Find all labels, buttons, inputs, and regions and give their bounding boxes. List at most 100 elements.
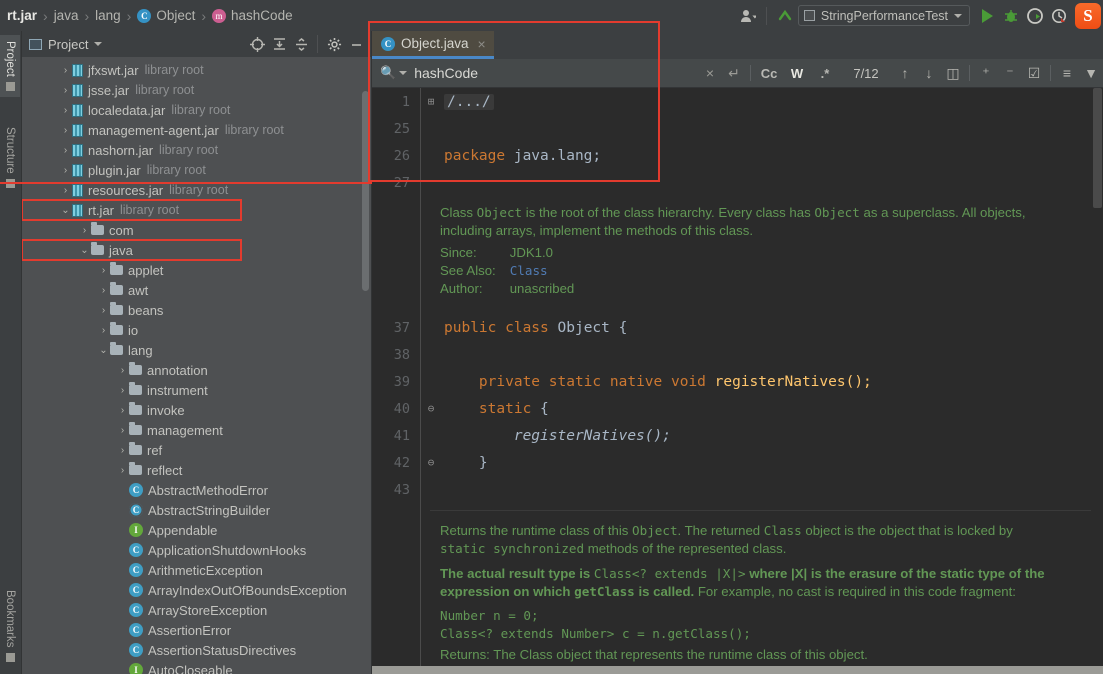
tree-row-ref[interactable]: › ref (22, 440, 371, 460)
javadoc-link-class[interactable]: Class (510, 263, 548, 278)
project-tree[interactable]: › jfxswt.jar library root › jsse.jar library … (22, 57, 371, 674)
tree-row-invoke[interactable]: › invoke (22, 400, 371, 420)
tree-expand-arrow-icon[interactable]: › (59, 105, 72, 116)
tree-row-assertionerror[interactable]: C AssertionError (22, 620, 371, 640)
regex-toggle[interactable]: .* (811, 66, 839, 81)
tree-expand-arrow-icon[interactable]: › (116, 405, 129, 416)
tree-row-lang[interactable]: ⌄ lang (22, 340, 371, 360)
tree-expand-arrow-icon[interactable]: ⌄ (59, 205, 72, 216)
code-line[interactable]: 39 private static native void registerNa… (372, 368, 872, 395)
tree-row-awt[interactable]: › awt (22, 280, 371, 300)
match-case-toggle[interactable]: Cc (755, 66, 783, 81)
tree-expand-arrow-icon[interactable]: › (59, 145, 72, 156)
code-line[interactable]: 26 package java.lang; (372, 142, 601, 169)
tree-expand-arrow-icon[interactable]: › (59, 165, 72, 176)
chevron-down-icon[interactable] (399, 71, 408, 75)
tree-row-io[interactable]: › io (22, 320, 371, 340)
tree-row-java[interactable]: ⌄ java (22, 239, 242, 261)
tree-expand-arrow-icon[interactable]: › (97, 265, 110, 276)
code-line[interactable]: 40 ⊖ static { (372, 395, 549, 422)
editor-scrollbar-thumb[interactable] (1093, 88, 1102, 208)
find-next-icon[interactable]: ↓ (917, 65, 941, 81)
collapse-all-icon[interactable] (290, 33, 312, 55)
tree-expand-arrow-icon[interactable]: › (59, 65, 72, 76)
tree-row-abstractmethoderror[interactable]: C AbstractMethodError (22, 480, 371, 500)
tree-row-appendable[interactable]: I Appendable (22, 520, 371, 540)
tree-row-management-agent-jar[interactable]: › management-agent.jar library root (22, 120, 371, 140)
update-arrow-icon[interactable] (774, 4, 796, 28)
fold-collapse-icon[interactable]: ⊖ (420, 402, 442, 415)
tree-expand-arrow-icon[interactable]: › (97, 285, 110, 296)
close-icon[interactable]: × (478, 36, 486, 52)
remove-line-icon[interactable]: ⁻ (998, 65, 1022, 82)
tree-expand-arrow-icon[interactable]: › (116, 425, 129, 436)
run-configuration-selector[interactable]: StringPerformanceTest (797, 5, 970, 26)
tree-row-applicationshutdownhooks[interactable]: C ApplicationShutdownHooks (22, 540, 371, 560)
breadcrumb-item-hashcode[interactable]: m hashCode (211, 8, 294, 23)
tree-expand-arrow-icon[interactable]: › (59, 85, 72, 96)
code-line[interactable]: 38 (372, 341, 420, 368)
code-line[interactable]: 42 ⊖ } (372, 449, 488, 476)
tree-row-instrument[interactable]: › instrument (22, 380, 371, 400)
code-line[interactable]: 25 (372, 115, 442, 142)
code-line[interactable]: 1 ⊞ /.../ (372, 88, 494, 115)
minimize-icon[interactable] (345, 33, 367, 55)
indent-icon[interactable]: ≡ (1055, 65, 1079, 81)
tree-row-autocloseable[interactable]: I AutoCloseable (22, 660, 371, 674)
find-previous-icon[interactable]: ↑ (893, 65, 917, 81)
search-icon[interactable]: 🔍 (380, 65, 396, 81)
breadcrumb-item-rt-jar[interactable]: rt.jar (6, 8, 38, 23)
tree-row-jfxswt-jar[interactable]: › jfxswt.jar library root (22, 60, 371, 80)
tree-expand-arrow-icon[interactable]: › (116, 465, 129, 476)
expand-all-icon[interactable] (268, 33, 290, 55)
tree-row-plugin-jar[interactable]: › plugin.jar library root (22, 160, 371, 180)
tree-expand-arrow-icon[interactable]: ⌄ (78, 245, 91, 256)
project-panel-title[interactable]: Project (29, 37, 103, 52)
tree-row-com[interactable]: › com (22, 220, 371, 240)
tree-row-jsse-jar[interactable]: › jsse.jar library root (22, 80, 371, 100)
clear-search-icon[interactable]: × (698, 65, 722, 81)
breadcrumb-item-java[interactable]: java (53, 8, 80, 23)
search-history-icon[interactable]: ↵ (722, 65, 746, 82)
tree-row-abstractstringbuilder[interactable]: C AbstractStringBuilder (22, 500, 371, 520)
tree-row-annotation[interactable]: › annotation (22, 360, 371, 380)
tree-row-rt-jar[interactable]: ⌄ rt.jar library root (22, 199, 242, 221)
tree-row-reflect[interactable]: › reflect (22, 460, 371, 480)
fold-collapse-icon[interactable]: ⊖ (420, 456, 442, 469)
editor-tab-object-java[interactable]: C Object.java × (372, 31, 494, 59)
filter-icon[interactable]: ▼ (1079, 65, 1103, 81)
tree-expand-arrow-icon[interactable]: › (116, 445, 129, 456)
tree-row-localedata-jar[interactable]: › localedata.jar library root (22, 100, 371, 120)
search-input[interactable]: hashCode (414, 65, 478, 81)
tree-expand-arrow-icon[interactable]: › (97, 305, 110, 316)
tree-expand-arrow-icon[interactable]: › (116, 365, 129, 376)
tree-expand-arrow-icon[interactable]: › (116, 385, 129, 396)
sidebar-item-project[interactable]: Project (0, 35, 20, 97)
gear-icon[interactable] (323, 33, 345, 55)
code-viewport[interactable]: 1 ⊞ /.../ 25 26 package java.lang; 27 Cl… (372, 88, 1103, 674)
tree-row-nashorn-jar[interactable]: › nashorn.jar library root (22, 140, 371, 160)
code-line[interactable]: 41 registerNatives(); (372, 422, 671, 449)
tree-expand-arrow-icon[interactable]: › (59, 185, 72, 196)
editor-scrollbar[interactable] (1091, 88, 1103, 674)
tree-row-arrayindexoutofboundsexception[interactable]: C ArrayIndexOutOfBoundsException (22, 580, 371, 600)
tree-expand-arrow-icon[interactable]: › (78, 225, 91, 236)
check-line-icon[interactable]: ☑ (1022, 65, 1046, 82)
select-all-occurrences-icon[interactable]: ◫ (941, 65, 965, 82)
locate-icon[interactable] (246, 33, 268, 55)
tree-expand-arrow-icon[interactable]: › (97, 325, 110, 336)
profile-icon[interactable] (1048, 4, 1070, 28)
words-toggle[interactable]: W (783, 66, 811, 81)
tree-row-beans[interactable]: › beans (22, 300, 371, 320)
tree-row-management[interactable]: › management (22, 420, 371, 440)
code-line[interactable]: 27 (372, 169, 420, 196)
folded-comment[interactable]: /.../ (444, 93, 494, 110)
run-icon[interactable] (976, 4, 998, 28)
tree-row-assertionstatusdirectives[interactable]: C AssertionStatusDirectives (22, 640, 371, 660)
tree-expand-arrow-icon[interactable]: › (59, 125, 72, 136)
tree-row-arraystoreexception[interactable]: C ArrayStoreException (22, 600, 371, 620)
tree-row-applet[interactable]: › applet (22, 260, 371, 280)
run-with-coverage-icon[interactable] (1024, 4, 1046, 28)
breadcrumb-item-lang[interactable]: lang (94, 8, 122, 23)
sogou-ime-icon[interactable]: S (1075, 2, 1101, 29)
